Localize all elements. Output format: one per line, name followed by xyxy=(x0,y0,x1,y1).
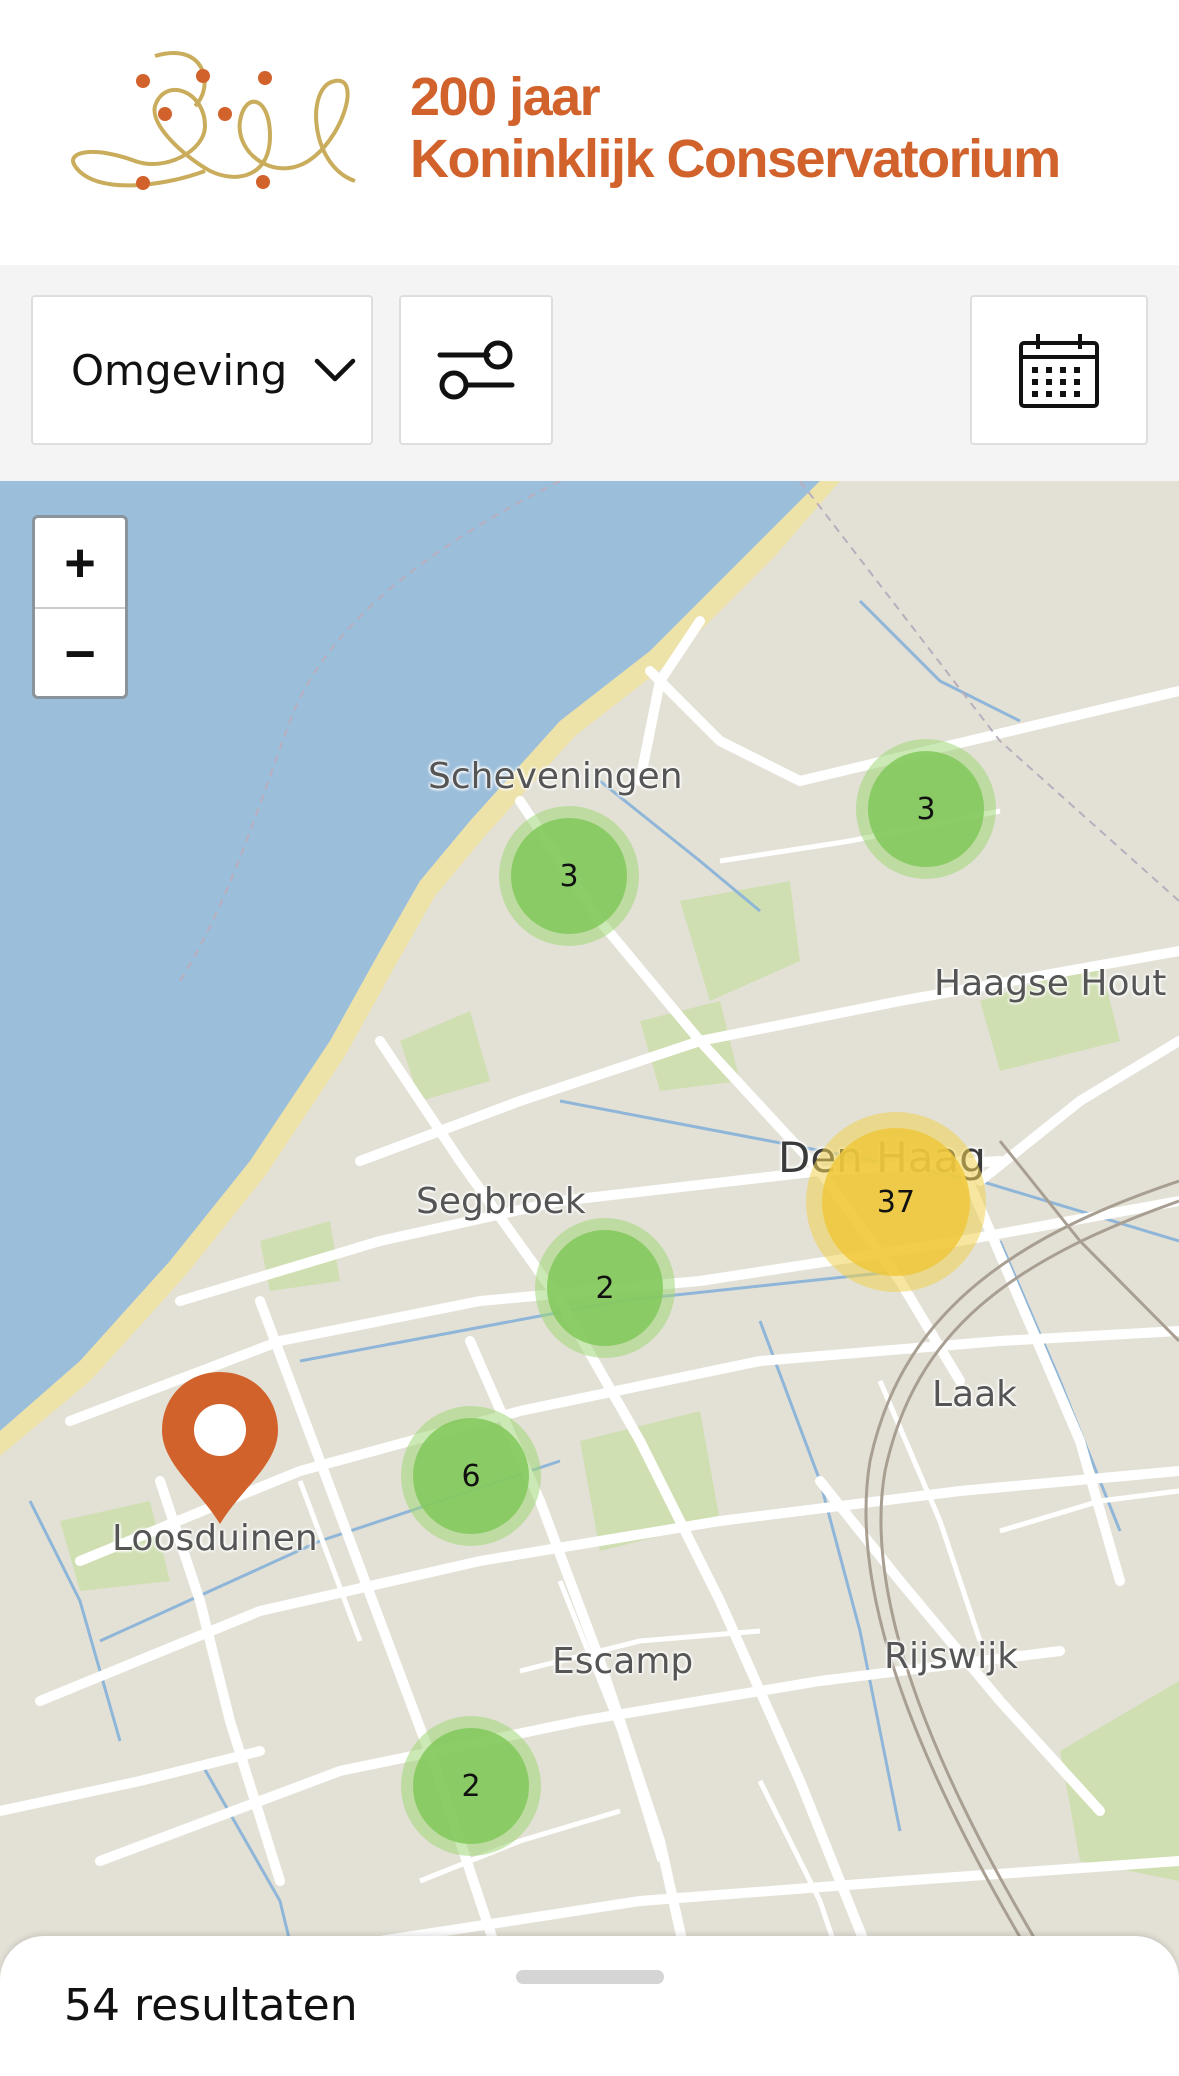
place-label-rijswijk: Rijswijk xyxy=(884,1636,1019,1677)
cluster-count: 2 xyxy=(547,1230,663,1346)
results-count: 54 resultaten xyxy=(64,1980,358,2031)
cluster-marker-south[interactable]: 2 xyxy=(401,1716,541,1856)
cluster-count: 3 xyxy=(868,751,984,867)
cluster-marker-northeast[interactable]: 3 xyxy=(856,739,996,879)
sliders-icon xyxy=(437,340,515,400)
filter-toolbar: Omgeving xyxy=(0,265,1179,481)
cluster-count: 37 xyxy=(822,1128,970,1276)
map-view[interactable]: + − Scheveningen Haagse Hout Den Haag Se… xyxy=(0,481,1179,2066)
cluster-marker-west[interactable]: 6 xyxy=(401,1406,541,1546)
sheet-drag-handle[interactable] xyxy=(516,1970,664,1984)
place-label-haagse-hout: Haagse Hout xyxy=(934,963,1167,1004)
anniversary-logo-mark xyxy=(71,51,356,190)
location-pin-icon[interactable] xyxy=(158,1368,282,1528)
logo-line-2: Koninklijk Conservatorium xyxy=(410,129,1061,189)
cluster-marker-den-haag[interactable]: 37 xyxy=(806,1112,986,1292)
place-label-scheveningen: Scheveningen xyxy=(428,756,683,797)
area-select-dropdown[interactable]: Omgeving xyxy=(31,295,373,445)
cluster-count: 3 xyxy=(511,818,627,934)
zoom-out-button[interactable]: − xyxy=(35,609,125,696)
chevron-down-icon xyxy=(315,358,356,382)
zoom-control: + − xyxy=(32,515,128,699)
area-select-value: Omgeving xyxy=(71,345,288,395)
filter-button[interactable] xyxy=(399,295,553,445)
place-label-segbroek: Segbroek xyxy=(416,1181,586,1222)
zoom-in-button[interactable]: + xyxy=(35,518,125,609)
place-label-escamp: Escamp xyxy=(552,1641,694,1682)
calendar-icon xyxy=(1019,334,1099,408)
logo-line-1: 200 jaar xyxy=(410,67,601,127)
calendar-button[interactable] xyxy=(970,295,1148,445)
cluster-count: 6 xyxy=(413,1418,529,1534)
place-label-laak: Laak xyxy=(932,1374,1018,1415)
results-bottom-sheet[interactable]: 54 resultaten xyxy=(0,1936,1179,2076)
cluster-marker-segbroek[interactable]: 2 xyxy=(535,1218,675,1358)
cluster-count: 2 xyxy=(413,1728,529,1844)
cluster-marker-scheveningen[interactable]: 3 xyxy=(499,806,639,946)
site-header: 200 jaar Koninklijk Conservatorium xyxy=(0,0,1179,265)
logo-wordmark: 200 jaar Koninklijk Conservatorium xyxy=(410,66,1061,190)
